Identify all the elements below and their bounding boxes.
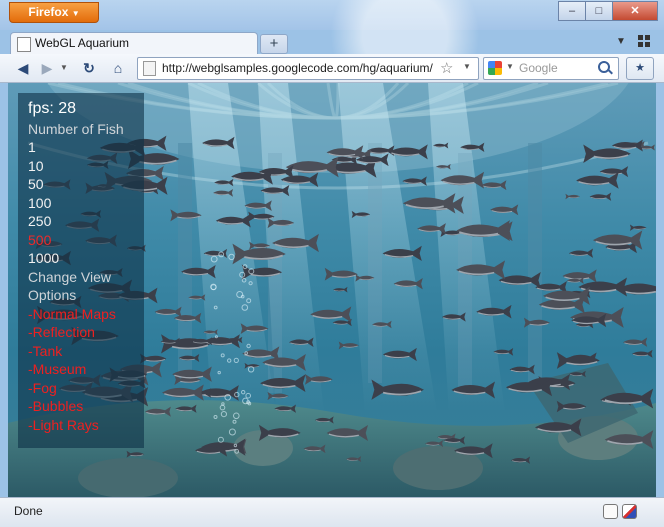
fps-counter: fps: 28 bbox=[28, 100, 77, 117]
option-museum[interactable]: -Museum bbox=[28, 360, 86, 378]
bookmark-star-icon[interactable]: ☆ bbox=[440, 59, 453, 77]
close-button[interactable]: ✕ bbox=[612, 1, 658, 21]
firefox-menu-button[interactable]: Firefox ▼ bbox=[9, 2, 99, 23]
search-input[interactable]: Google bbox=[519, 61, 558, 75]
option-tank[interactable]: -Tank bbox=[28, 342, 62, 360]
tab-title: WebGL Aquarium bbox=[35, 36, 130, 50]
history-dropdown-icon[interactable]: ▼ bbox=[59, 58, 69, 78]
window-controls: – □ ✕ bbox=[558, 1, 658, 21]
fish bbox=[140, 353, 167, 364]
fish bbox=[162, 384, 204, 401]
google-icon[interactable] bbox=[488, 61, 502, 75]
addon-status-icon[interactable] bbox=[603, 504, 618, 519]
option-normal-maps[interactable]: -Normal Maps bbox=[28, 305, 116, 323]
fish bbox=[632, 349, 653, 358]
fish-count-option[interactable]: 100 bbox=[28, 194, 51, 212]
forward-button[interactable]: ▶ bbox=[36, 58, 58, 78]
search-engine-dropdown-icon[interactable]: ▼ bbox=[506, 62, 514, 71]
fish bbox=[154, 306, 182, 318]
fish-count-option[interactable]: 10 bbox=[28, 157, 44, 175]
option-reflection[interactable]: -Reflection bbox=[28, 323, 95, 341]
navigation-toolbar: ◀ ▶ ▼ ↻ ⌂ http://webglsamples.googlecode… bbox=[0, 54, 664, 83]
search-icon[interactable] bbox=[598, 61, 610, 73]
fish bbox=[490, 204, 519, 216]
new-tab-button[interactable]: + bbox=[260, 34, 288, 54]
firefox-menu-label: Firefox bbox=[28, 5, 69, 19]
fish bbox=[333, 286, 348, 293]
fish bbox=[324, 267, 358, 281]
fish bbox=[310, 306, 352, 323]
fish bbox=[481, 180, 507, 191]
reload-button[interactable]: ↻ bbox=[78, 58, 100, 78]
aquarium-viewport[interactable]: fps: 28 Number of Fish 1 10 50 100 250 5… bbox=[8, 83, 656, 497]
fish bbox=[338, 341, 359, 350]
status-text: Done bbox=[14, 504, 43, 518]
back-button[interactable]: ◀ bbox=[12, 58, 34, 78]
minimize-button[interactable]: – bbox=[558, 1, 586, 21]
search-bar[interactable]: ▼ Google bbox=[483, 57, 619, 80]
chevron-down-icon: ▼ bbox=[71, 9, 80, 18]
fish-count-option[interactable]: 50 bbox=[28, 175, 44, 193]
home-button[interactable]: ⌂ bbox=[106, 58, 130, 78]
fish-count-option-selected[interactable]: 500 bbox=[28, 231, 51, 249]
title-bar: Firefox ▼ – □ ✕ bbox=[0, 0, 664, 110]
page-icon bbox=[17, 37, 31, 52]
fish-count-heading: Number of Fish bbox=[28, 121, 124, 137]
address-bar[interactable]: http://webglsamples.googlecode.com/hg/aq… bbox=[137, 57, 479, 80]
fish bbox=[629, 224, 647, 231]
tab-groups-icon[interactable] bbox=[638, 35, 650, 47]
status-bar: Done bbox=[0, 497, 664, 527]
option-bubbles[interactable]: -Bubbles bbox=[28, 397, 83, 415]
change-view-link[interactable]: Change View bbox=[28, 268, 111, 286]
extension-status-icon[interactable] bbox=[622, 504, 637, 519]
option-light-rays[interactable]: -Light Rays bbox=[28, 416, 99, 434]
fish-count-option[interactable]: 250 bbox=[28, 212, 51, 230]
url-dropdown-icon[interactable]: ▼ bbox=[463, 62, 471, 71]
fish bbox=[589, 192, 612, 201]
fish bbox=[565, 193, 580, 200]
fish bbox=[623, 337, 648, 347]
option-fog[interactable]: -Fog bbox=[28, 379, 57, 397]
maximize-button[interactable]: □ bbox=[585, 1, 613, 21]
tab-webgl-aquarium[interactable]: WebGL Aquarium bbox=[10, 32, 258, 55]
tab-list-dropdown-icon[interactable]: ▼ bbox=[616, 36, 626, 47]
tab-strip: WebGL Aquarium + ▼ bbox=[0, 30, 664, 55]
fish-count-option[interactable]: 1 bbox=[28, 138, 36, 156]
bookmarks-button[interactable]: ★ bbox=[626, 57, 654, 80]
options-heading: Options bbox=[28, 287, 77, 303]
page-icon bbox=[143, 61, 156, 76]
fish bbox=[568, 248, 594, 258]
url-text[interactable]: http://webglsamples.googlecode.com/hg/aq… bbox=[162, 61, 433, 75]
fish-count-option[interactable]: 1000 bbox=[28, 249, 59, 267]
